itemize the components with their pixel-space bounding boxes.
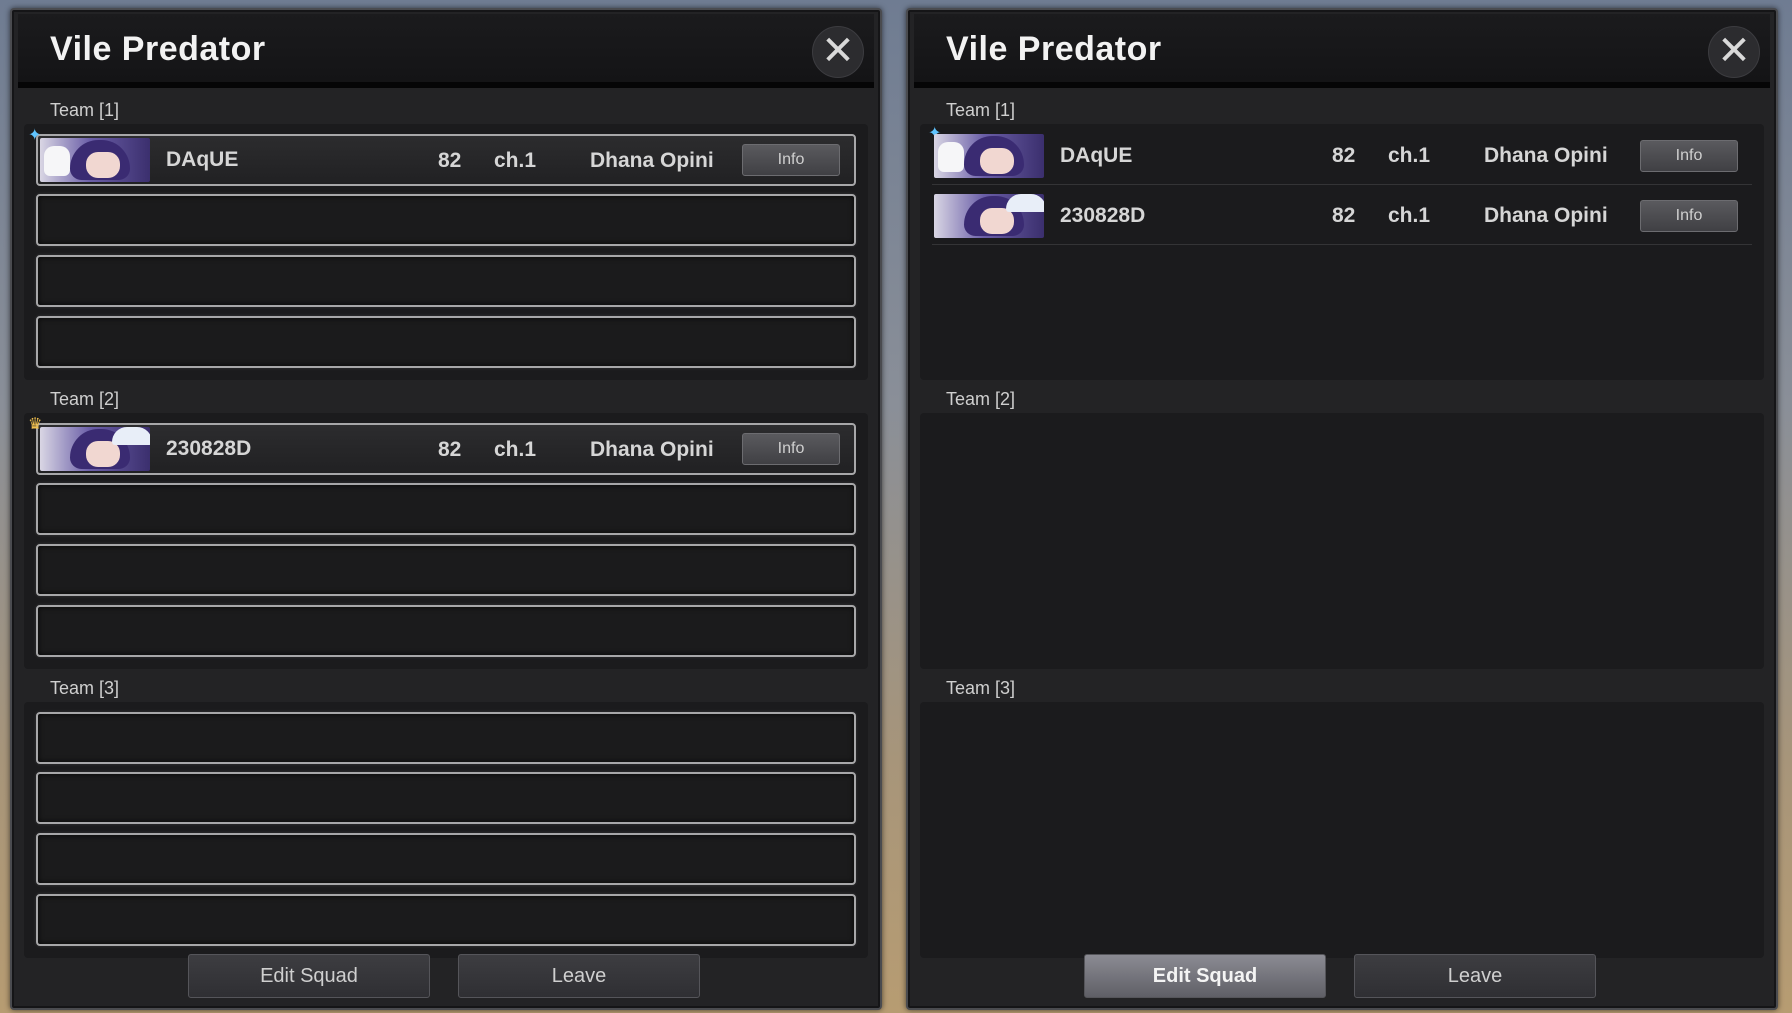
member-level: 82 (438, 438, 462, 461)
member-channel: ch.1 (494, 438, 537, 461)
member-channel: ch.1 (1388, 144, 1431, 167)
title-bar: Vile Predator ✕ (18, 14, 874, 88)
member-server: Dhana Opini (1484, 204, 1608, 227)
member-channel: ch.1 (1388, 204, 1431, 227)
info-button[interactable]: Info (742, 144, 840, 176)
empty-slot[interactable] (36, 894, 856, 946)
member-server: Dhana Opini (590, 438, 714, 461)
empty-slot[interactable] (36, 255, 856, 307)
member-name: DAqUE (166, 148, 239, 171)
avatar (40, 138, 150, 182)
info-button[interactable]: Info (742, 433, 840, 465)
avatar (934, 134, 1044, 178)
member-row[interactable]: ♛ 230828D 82 ch.1 Dhana Opini Info (28, 415, 856, 475)
member-name: DAqUE (1060, 144, 1133, 167)
member-row[interactable]: ✦ DAqUE 82 ch.1 Dhana Opini Info (28, 126, 856, 186)
avatar (40, 427, 150, 471)
member-row[interactable]: ✦ DAqUE 82 ch.1 Dhana Opini Info (928, 124, 1752, 185)
window-title: Vile Predator (50, 30, 266, 68)
member-name: 230828D (166, 437, 252, 460)
empty-slot[interactable] (36, 316, 856, 368)
team-2-box: ♛ 230828D 82 ch.1 Dhana Opini Info (24, 413, 868, 669)
team-3-label: Team [3] (50, 678, 120, 698)
leave-button[interactable]: Leave (1354, 954, 1596, 998)
team-1-label: Team [1] (946, 100, 1016, 120)
team-2-label: Team [2] (946, 389, 1016, 409)
edit-squad-button[interactable]: Edit Squad (1084, 954, 1326, 998)
action-bar: Edit Squad Leave (18, 942, 874, 1002)
team-3-box (920, 702, 1764, 958)
window-title: Vile Predator (946, 30, 1162, 68)
member-level: 82 (438, 149, 462, 172)
team-1-label: Team [1] (50, 100, 120, 120)
team-1-box: ✦ DAqUE 82 ch.1 Dhana Opini Info (24, 124, 868, 380)
member-server: Dhana Opini (1484, 144, 1608, 167)
member-channel: ch.1 (494, 149, 537, 172)
empty-slot[interactable] (36, 194, 856, 246)
info-button[interactable]: Info (1640, 200, 1738, 232)
member-row[interactable]: 230828D 82 ch.1 Dhana Opini Info (932, 188, 1752, 245)
squad-window-right: Vile Predator ✕ Team [1] ✦ DAqUE 82 ch.1… (906, 8, 1778, 1010)
close-icon[interactable]: ✕ (1708, 26, 1760, 78)
empty-slot[interactable] (36, 544, 856, 596)
member-level: 82 (1332, 144, 1356, 167)
empty-slot[interactable] (36, 833, 856, 885)
empty-slot[interactable] (36, 772, 856, 824)
team-3-label: Team [3] (946, 678, 1016, 698)
member-level: 82 (1332, 204, 1356, 227)
action-bar: Edit Squad Leave (914, 942, 1770, 1002)
close-icon[interactable]: ✕ (812, 26, 864, 78)
squad-window-left: Vile Predator ✕ Team [1] ✦ DAqUE 82 ch.1… (10, 8, 882, 1010)
info-button[interactable]: Info (1640, 140, 1738, 172)
leave-button[interactable]: Leave (458, 954, 700, 998)
empty-slot[interactable] (36, 712, 856, 764)
team-2-box (920, 413, 1764, 669)
edit-squad-button[interactable]: Edit Squad (188, 954, 430, 998)
team-2-label: Team [2] (50, 389, 120, 409)
team-3-box (24, 702, 868, 958)
member-server: Dhana Opini (590, 149, 714, 172)
empty-slot[interactable] (36, 483, 856, 535)
avatar (934, 194, 1044, 238)
empty-slot[interactable] (36, 605, 856, 657)
title-bar: Vile Predator ✕ (914, 14, 1770, 88)
member-name: 230828D (1060, 204, 1146, 227)
team-1-box: ✦ DAqUE 82 ch.1 Dhana Opini Info 230828D… (920, 124, 1764, 380)
